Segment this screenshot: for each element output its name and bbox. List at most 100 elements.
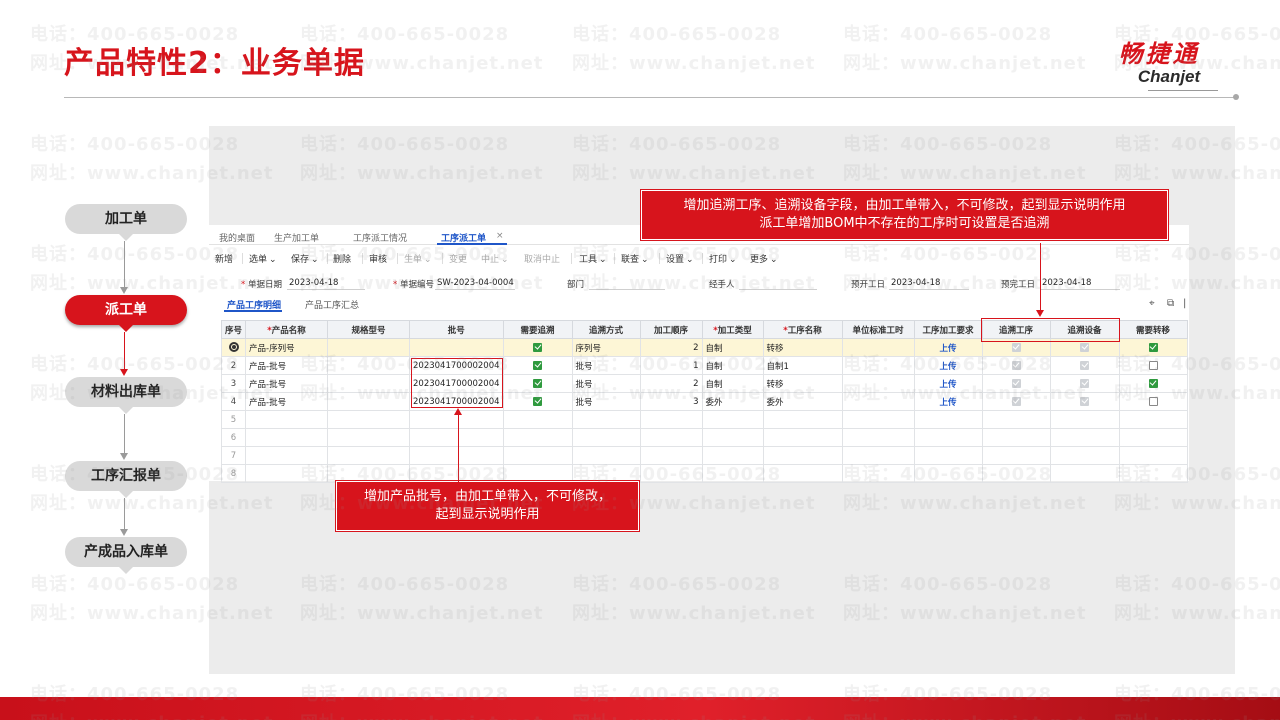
more-columns-icon[interactable]: |: [1183, 298, 1186, 309]
table-row-empty[interactable]: 7: [221, 446, 1188, 465]
empty-cell[interactable]: [1118, 446, 1188, 465]
column-header[interactable]: *加工类型: [701, 320, 764, 339]
empty-cell[interactable]: [639, 446, 703, 465]
new-button[interactable]: 新增: [215, 252, 233, 265]
linked-query-button[interactable]: 联查 ⌄: [621, 252, 649, 265]
select-button[interactable]: 选单 ⌄: [249, 252, 277, 265]
checkbox-icon[interactable]: [1148, 342, 1158, 352]
spec-cell[interactable]: [327, 374, 410, 393]
empty-cell[interactable]: [409, 446, 504, 465]
empty-cell[interactable]: [701, 428, 764, 447]
product-name-cell[interactable]: 产品-批号: [245, 374, 328, 393]
save-button[interactable]: 保存 ⌄: [291, 252, 319, 265]
process-type-cell[interactable]: 自制: [701, 356, 764, 375]
upload-link[interactable]: 上传: [940, 380, 957, 390]
change-button[interactable]: 变更: [449, 252, 467, 265]
subtab-process-summary[interactable]: 产品工序汇总: [305, 298, 359, 311]
row-settings-cell[interactable]: [221, 338, 246, 357]
need-transfer-cell[interactable]: [1118, 356, 1188, 375]
column-header[interactable]: *产品名称: [245, 320, 328, 339]
column-header[interactable]: 序号: [221, 320, 246, 339]
empty-cell[interactable]: [502, 446, 573, 465]
column-header[interactable]: 需要转移: [1118, 320, 1188, 339]
need-transfer-cell[interactable]: [1118, 374, 1188, 393]
empty-cell[interactable]: [1118, 464, 1188, 483]
print-button[interactable]: 打印 ⌄: [709, 252, 737, 265]
spec-cell[interactable]: [327, 338, 410, 357]
table-row[interactable]: 3 产品-批号 2023041700002004 批号 2 自制 转移 上传: [221, 374, 1188, 393]
empty-cell[interactable]: [327, 446, 410, 465]
need-transfer-cell[interactable]: [1118, 338, 1188, 357]
table-row-empty[interactable]: 8: [221, 464, 1188, 483]
column-header[interactable]: 追溯方式: [571, 320, 641, 339]
upload-link[interactable]: 上传: [940, 344, 957, 354]
table-row[interactable]: 2 产品-批号 2023041700002004 批号 1 自制 自制1 上传: [221, 356, 1188, 375]
need-trace-cell[interactable]: [502, 338, 573, 357]
column-header[interactable]: 批号: [409, 320, 504, 339]
empty-cell[interactable]: [762, 446, 843, 465]
standard-hours-cell[interactable]: [841, 392, 915, 411]
settings-button[interactable]: 设置 ⌄: [666, 252, 694, 265]
empty-cell[interactable]: [981, 428, 1051, 447]
process-requirement-cell[interactable]: 上传: [913, 356, 983, 375]
empty-cell[interactable]: [639, 410, 703, 429]
process-order-cell[interactable]: 2: [639, 374, 703, 393]
empty-cell[interactable]: [1049, 464, 1120, 483]
empty-cell[interactable]: [841, 410, 915, 429]
standard-hours-cell[interactable]: [841, 374, 915, 393]
column-header[interactable]: 工序加工要求: [913, 320, 983, 339]
process-order-cell[interactable]: 3: [639, 392, 703, 411]
tab-2[interactable]: 工序派工情况: [353, 231, 407, 244]
empty-cell[interactable]: [571, 464, 641, 483]
checkbox-icon[interactable]: [533, 378, 543, 388]
column-header[interactable]: *工序名称: [762, 320, 843, 339]
audit-button[interactable]: 审核: [369, 252, 387, 265]
process-name-cell[interactable]: 自制1: [762, 356, 843, 375]
empty-cell[interactable]: [571, 428, 641, 447]
checkbox-icon[interactable]: [533, 396, 543, 406]
empty-cell[interactable]: [701, 464, 764, 483]
empty-cell[interactable]: [571, 446, 641, 465]
close-tab-icon[interactable]: ×: [496, 231, 504, 241]
product-name-cell[interactable]: 产品-序列号: [245, 338, 328, 357]
table-row-empty[interactable]: 5: [221, 410, 1188, 429]
empty-cell[interactable]: [913, 410, 983, 429]
empty-cell[interactable]: [913, 464, 983, 483]
upload-link[interactable]: 上传: [940, 362, 957, 372]
empty-cell[interactable]: [1049, 446, 1120, 465]
table-row-empty[interactable]: 6: [221, 428, 1188, 447]
empty-cell[interactable]: [409, 428, 504, 447]
standard-hours-cell[interactable]: [841, 338, 915, 357]
empty-cell[interactable]: [1118, 428, 1188, 447]
empty-cell[interactable]: [639, 464, 703, 483]
empty-cell[interactable]: [245, 446, 328, 465]
delete-button[interactable]: 删除: [333, 252, 351, 265]
empty-cell[interactable]: [245, 410, 328, 429]
plan-start-field[interactable]: 2023-04-18: [891, 278, 940, 288]
empty-cell[interactable]: [639, 428, 703, 447]
empty-cell[interactable]: [762, 464, 843, 483]
gear-icon[interactable]: [228, 342, 239, 353]
empty-cell[interactable]: [409, 464, 504, 483]
need-transfer-cell[interactable]: [1118, 392, 1188, 411]
location-pin-icon[interactable]: ⌖: [1149, 298, 1155, 309]
empty-cell[interactable]: [841, 446, 915, 465]
empty-cell[interactable]: [571, 410, 641, 429]
empty-cell[interactable]: [762, 410, 843, 429]
process-type-cell[interactable]: 委外: [701, 392, 764, 411]
empty-cell[interactable]: [841, 464, 915, 483]
empty-cell[interactable]: [245, 428, 328, 447]
layout-icon[interactable]: ⧉: [1167, 298, 1174, 309]
empty-cell[interactable]: [245, 464, 328, 483]
column-header[interactable]: 加工顺序: [639, 320, 703, 339]
plan-end-field[interactable]: 2023-04-18: [1042, 278, 1091, 288]
checkbox-icon[interactable]: [1148, 378, 1158, 388]
suspend-button[interactable]: 中止 ⌄: [481, 252, 509, 265]
tools-button[interactable]: 工具 ⌄: [579, 252, 607, 265]
process-requirement-cell[interactable]: 上传: [913, 338, 983, 357]
process-name-cell[interactable]: 委外: [762, 392, 843, 411]
empty-cell[interactable]: [981, 410, 1051, 429]
standard-hours-cell[interactable]: [841, 356, 915, 375]
empty-cell[interactable]: [913, 446, 983, 465]
cancel-suspend-button[interactable]: 取消中止: [524, 252, 560, 265]
